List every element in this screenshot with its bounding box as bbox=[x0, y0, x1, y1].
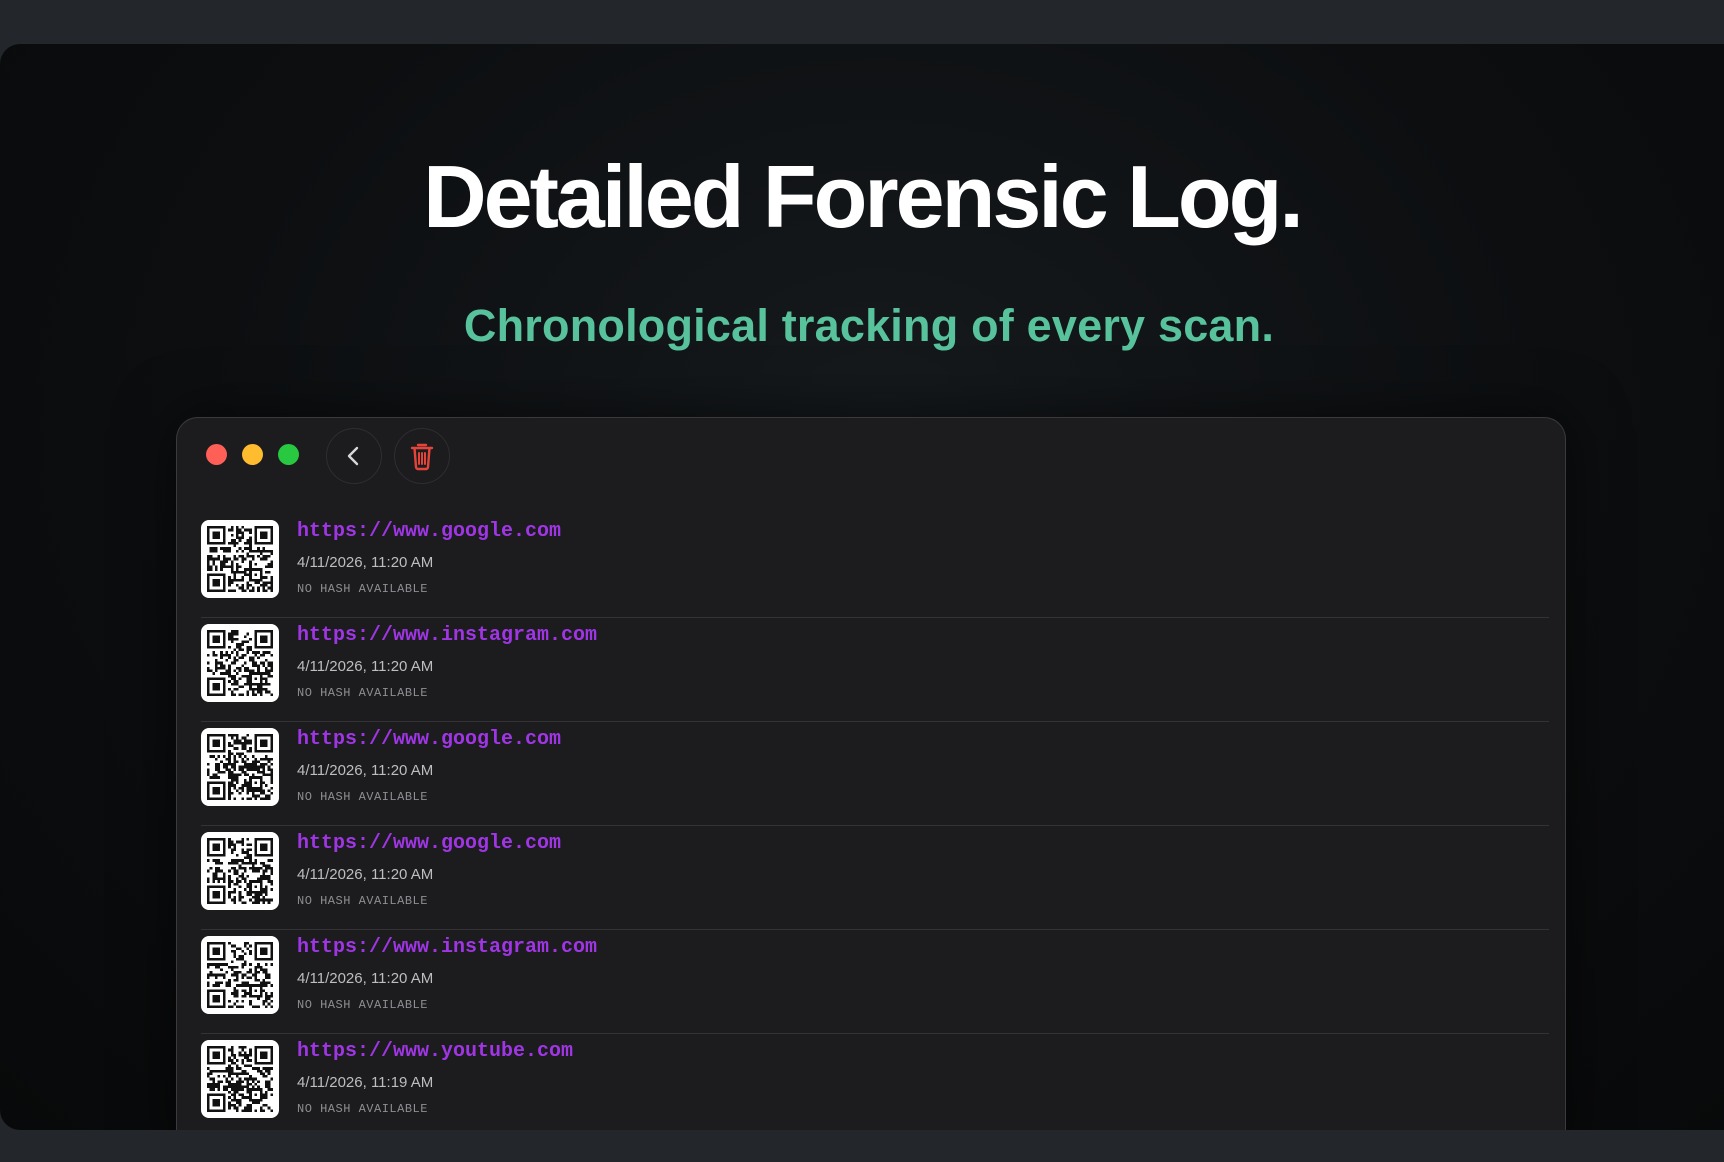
scan-timestamp: 4/11/2026, 11:19 AM bbox=[297, 1074, 434, 1091]
scan-hash: NO HASH AVAILABLE bbox=[297, 790, 428, 804]
delete-history-button[interactable] bbox=[394, 428, 450, 484]
qr-code-icon bbox=[207, 1046, 273, 1112]
scan-url-link[interactable]: https://www.youtube.com bbox=[297, 1040, 573, 1063]
scan-url-link[interactable]: https://www.google.com bbox=[297, 728, 561, 751]
minimize-window-button[interactable] bbox=[242, 444, 263, 465]
scan-hash: NO HASH AVAILABLE bbox=[297, 894, 428, 908]
qr-code-icon bbox=[207, 942, 273, 1008]
scan-url-link[interactable]: https://www.google.com bbox=[297, 520, 561, 543]
scan-log-row[interactable]: https://www.google.com 4/11/2026, 11:20 … bbox=[201, 722, 1549, 826]
window-titlebar bbox=[177, 418, 1565, 490]
scan-hash: NO HASH AVAILABLE bbox=[297, 686, 428, 700]
qr-code-thumbnail bbox=[201, 520, 279, 598]
scan-timestamp: 4/11/2026, 11:20 AM bbox=[297, 970, 434, 987]
back-button[interactable] bbox=[326, 428, 382, 484]
scan-log-list: https://www.google.com 4/11/2026, 11:20 … bbox=[201, 514, 1549, 1130]
scan-log-row[interactable]: https://www.youtube.com 4/11/2026, 11:19… bbox=[201, 1034, 1549, 1130]
scan-timestamp: 4/11/2026, 11:20 AM bbox=[297, 866, 434, 883]
scan-log-row[interactable]: https://www.google.com 4/11/2026, 11:20 … bbox=[201, 826, 1549, 930]
scan-timestamp: 4/11/2026, 11:20 AM bbox=[297, 554, 434, 571]
app-window: https://www.google.com 4/11/2026, 11:20 … bbox=[176, 417, 1566, 1130]
trash-icon bbox=[410, 443, 434, 471]
scan-url-link[interactable]: https://www.google.com bbox=[297, 832, 561, 855]
qr-code-icon bbox=[207, 630, 273, 696]
qr-code-icon bbox=[207, 526, 273, 592]
scan-log-row[interactable]: https://www.instagram.com 4/11/2026, 11:… bbox=[201, 930, 1549, 1034]
qr-code-thumbnail bbox=[201, 832, 279, 910]
qr-code-icon bbox=[207, 838, 273, 904]
scan-timestamp: 4/11/2026, 11:20 AM bbox=[297, 762, 434, 779]
scan-hash: NO HASH AVAILABLE bbox=[297, 998, 428, 1012]
scan-timestamp: 4/11/2026, 11:20 AM bbox=[297, 658, 434, 675]
zoom-window-button[interactable] bbox=[278, 444, 299, 465]
scan-url-link[interactable]: https://www.instagram.com bbox=[297, 936, 597, 959]
qr-code-icon bbox=[207, 734, 273, 800]
qr-code-thumbnail bbox=[201, 936, 279, 1014]
qr-code-thumbnail bbox=[201, 1040, 279, 1118]
qr-code-thumbnail bbox=[201, 624, 279, 702]
hero-subtitle: Chronological tracking of every scan. bbox=[463, 300, 1275, 351]
chevron-left-icon bbox=[347, 446, 359, 466]
scan-hash: NO HASH AVAILABLE bbox=[297, 582, 428, 596]
scan-hash: NO HASH AVAILABLE bbox=[297, 1102, 428, 1116]
scan-log-row[interactable]: https://www.instagram.com 4/11/2026, 11:… bbox=[201, 618, 1549, 722]
scan-log-row[interactable]: https://www.google.com 4/11/2026, 11:20 … bbox=[201, 514, 1549, 618]
hero-title: Detailed Forensic Log. bbox=[423, 147, 1304, 246]
close-window-button[interactable] bbox=[206, 444, 227, 465]
hero-stage: Detailed Forensic Log. Chronological tra… bbox=[0, 44, 1724, 1130]
scan-url-link[interactable]: https://www.instagram.com bbox=[297, 624, 597, 647]
qr-code-thumbnail bbox=[201, 728, 279, 806]
